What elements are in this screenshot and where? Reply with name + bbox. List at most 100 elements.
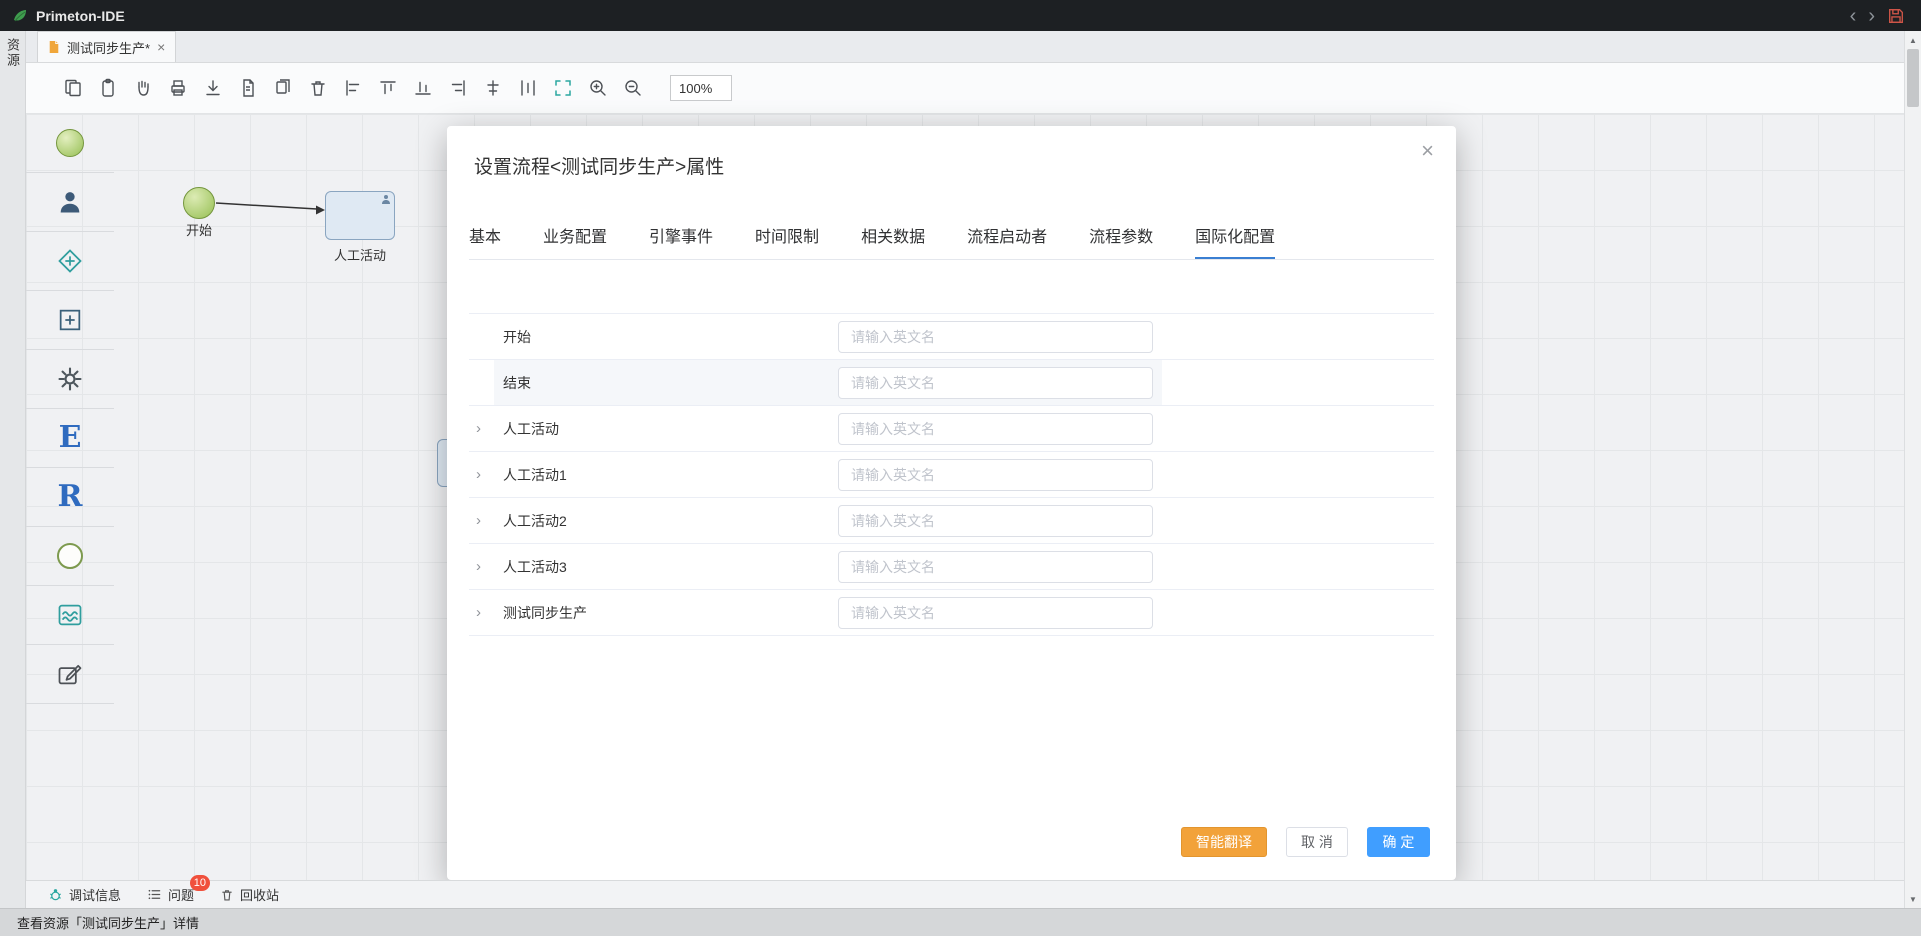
trash-icon [220,888,234,902]
tab-basic[interactable]: 基本 [469,229,501,259]
paste-icon[interactable] [98,78,118,98]
save-icon[interactable] [1887,7,1905,25]
config-row[interactable]: › 人工活动1 [469,452,1434,498]
row-label: 开始 [494,327,838,347]
tab-engine-events[interactable]: 引擎事件 [649,229,713,259]
palette-r-node[interactable]: R [26,468,114,527]
debug-icon [48,887,63,902]
align-top-icon[interactable] [378,78,398,98]
user-icon [56,188,84,216]
titlebar: Primeton-IDE ‹ › [0,0,1921,31]
expand-chevron-icon[interactable]: › [469,604,494,621]
status-text: 查看资源「测试同步生产」详情 [17,913,199,932]
fit-screen-icon[interactable] [553,78,573,98]
cancel-button[interactable]: 取 消 [1286,827,1348,857]
expand-chevron-icon[interactable]: › [469,466,494,483]
row-label: 测试同步生产 [494,603,838,623]
tab-i18n-config[interactable]: 国际化配置 [1195,229,1275,259]
config-row[interactable]: › 人工活动 [469,406,1434,452]
smart-translate-button[interactable]: 智能翻译 [1181,827,1267,857]
problems-item[interactable]: 问题 10 [147,885,194,904]
file-icon [48,40,60,54]
align-right-icon[interactable] [448,78,468,98]
dialog-title: 设置流程<测试同步生产>属性 [474,152,724,179]
document-icon[interactable] [238,78,258,98]
recycle-bin-item[interactable]: 回收站 [220,885,279,904]
english-name-input[interactable] [838,551,1153,583]
copy-icon[interactable] [63,78,83,98]
english-name-input[interactable] [838,367,1153,399]
confirm-button[interactable]: 确 定 [1367,827,1430,857]
english-name-input[interactable] [838,413,1153,445]
distribute-icon[interactable] [518,78,538,98]
align-center-icon[interactable] [483,78,503,98]
palette-annotation[interactable] [26,645,114,704]
tab-business-config[interactable]: 业务配置 [543,229,607,259]
zoom-in-icon[interactable] [588,78,608,98]
i18n-config-table: 开始 结束 › 人工活动 › 人工活动1 › [469,313,1434,636]
editor-tab-label: 测试同步生产* [67,38,150,57]
expand-chevron-icon[interactable]: › [469,420,494,437]
zoom-out-icon[interactable] [623,78,643,98]
tab-time-limit[interactable]: 时间限制 [755,229,819,259]
start-event-node[interactable] [183,187,215,219]
align-bottom-icon[interactable] [413,78,433,98]
canvas-toolbar [26,63,1904,114]
tab-related-data[interactable]: 相关数据 [861,229,925,259]
english-name-input[interactable] [838,597,1153,629]
recycle-bin-label: 回收站 [240,885,279,904]
editor-tabbar: 测试同步生产* × [26,31,1904,63]
expand-chevron-icon[interactable]: › [469,512,494,529]
row-label: 人工活动2 [494,511,838,531]
letter-e-icon: E [59,423,82,453]
palette-manual-activity[interactable] [26,173,114,232]
editor-tab[interactable]: 测试同步生产* × [37,31,176,62]
english-name-input[interactable] [838,321,1153,353]
task-user-icon [381,194,391,205]
config-row[interactable]: › 测试同步生产 [469,590,1434,636]
config-row[interactable]: 开始 [469,314,1434,360]
config-row[interactable]: 结束 [469,360,1434,406]
align-left-icon[interactable] [343,78,363,98]
start-node-label: 开始 [172,220,226,239]
scroll-up-icon[interactable]: ▲ [1905,32,1921,48]
scrollbar-thumb[interactable] [1907,49,1919,107]
palette-gateway[interactable] [26,232,114,291]
zoom-level-input[interactable] [670,75,732,101]
palette-end-event[interactable] [26,527,114,586]
vertical-scrollbar[interactable]: ▲ ▼ [1904,31,1921,908]
app-title: Primeton-IDE [36,8,125,24]
pan-hand-icon[interactable] [133,78,153,98]
palette-auto-activity[interactable] [26,350,114,409]
palette-subprocess[interactable] [26,291,114,350]
plus-square-icon [56,306,84,334]
english-name-input[interactable] [838,459,1153,491]
expand-chevron-icon[interactable]: › [469,558,494,575]
print-icon[interactable] [168,78,188,98]
letter-r-icon: R [58,482,83,512]
english-name-input[interactable] [838,505,1153,537]
config-row[interactable]: › 人工活动2 [469,498,1434,544]
duplicate-icon[interactable] [273,78,293,98]
back-icon[interactable]: ‹ [1850,6,1857,26]
tab-process-initiator[interactable]: 流程启动者 [967,229,1047,259]
manual-activity-node[interactable] [325,191,395,240]
delete-icon[interactable] [308,78,328,98]
dialog-close-icon[interactable]: × [1421,140,1434,162]
scroll-down-icon[interactable]: ▼ [1905,891,1921,907]
palette-start-event[interactable] [26,114,114,173]
config-row[interactable]: › 人工活动3 [469,544,1434,590]
palette-waves[interactable] [26,586,114,645]
debug-info-item[interactable]: 调试信息 [48,885,121,904]
row-label: 人工活动3 [494,557,838,577]
palette-e-node[interactable]: E [26,409,114,468]
debug-label: 调试信息 [69,885,121,904]
resource-rail-tab[interactable]: 资源 [3,31,22,908]
dialog-tabs: 基本 业务配置 引擎事件 时间限制 相关数据 流程启动者 流程参数 国际化配置 [469,229,1434,260]
tab-close-icon[interactable]: × [157,39,165,55]
download-icon[interactable] [203,78,223,98]
tab-process-params[interactable]: 流程参数 [1089,229,1153,259]
left-rail: 资源 [0,31,26,908]
end-event-icon [57,543,83,569]
forward-icon[interactable]: › [1868,6,1875,26]
